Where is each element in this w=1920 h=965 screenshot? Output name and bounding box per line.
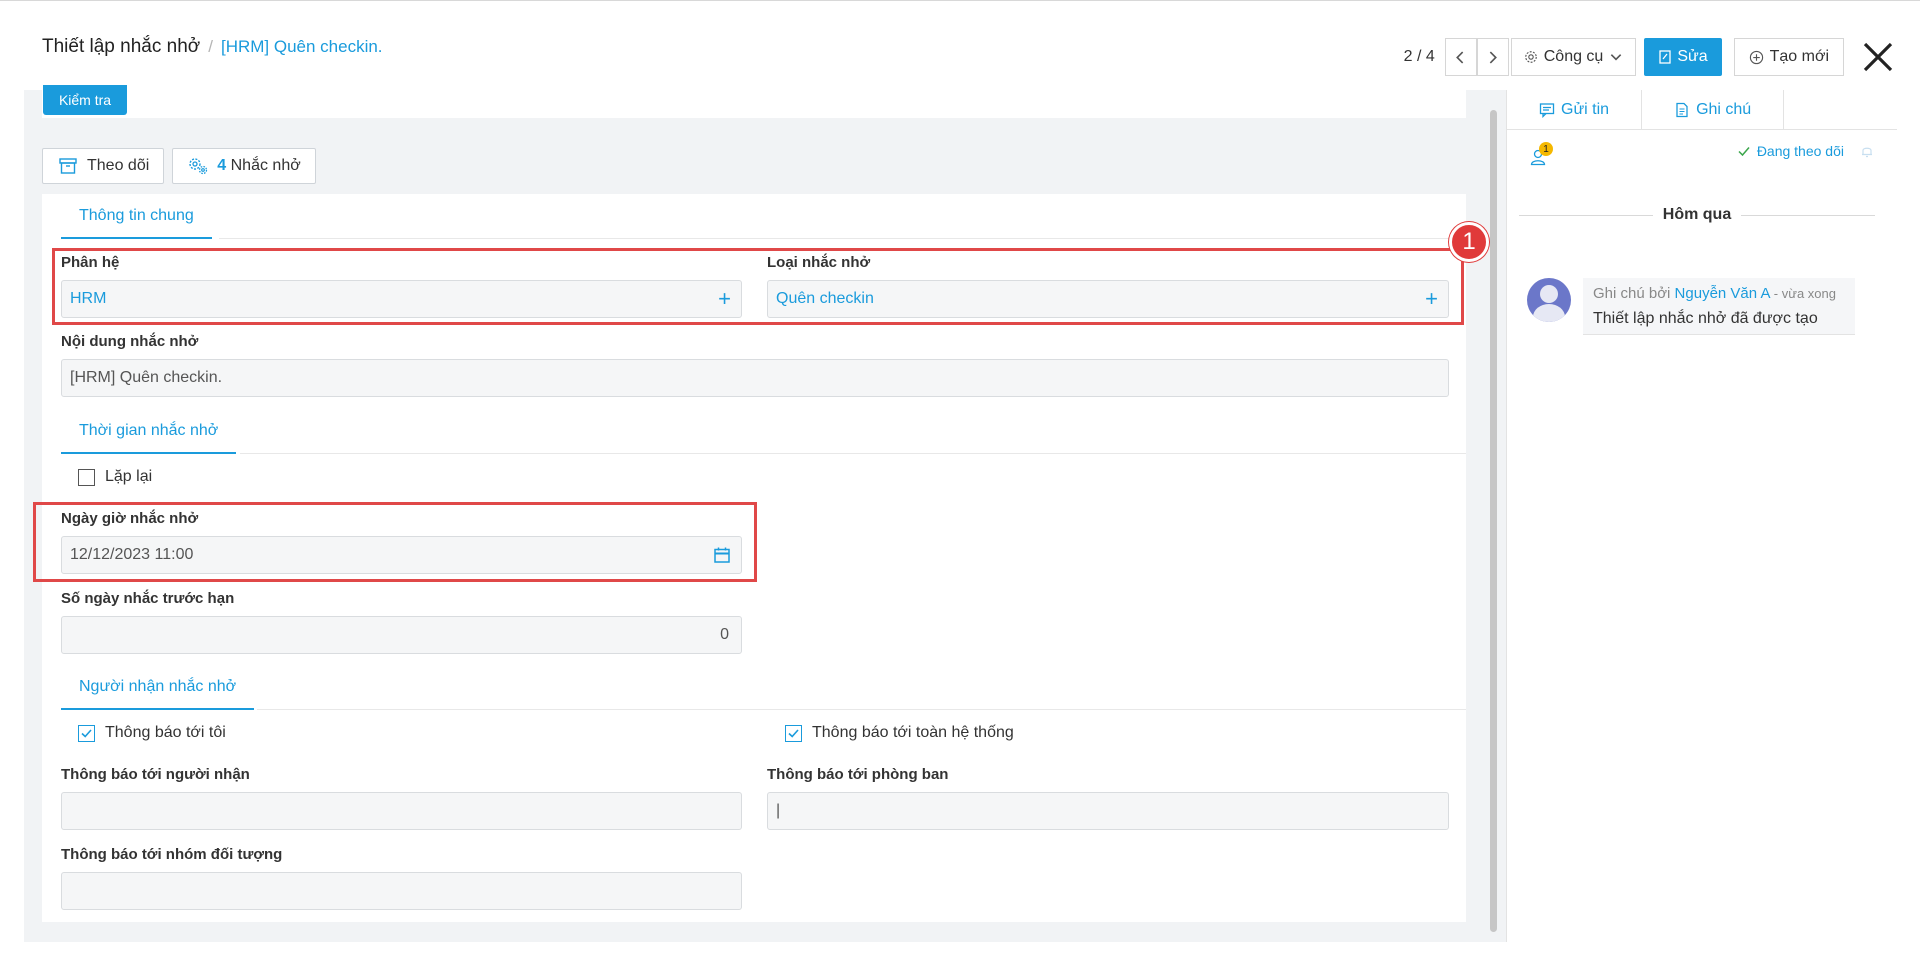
notify-me-checkbox[interactable]	[78, 724, 95, 742]
bell-icon[interactable]	[1860, 144, 1874, 158]
edit-document-icon	[1659, 50, 1671, 64]
days-before-value: 0	[720, 626, 729, 643]
step-badge: 1	[1449, 222, 1489, 262]
highlight-box-1	[52, 248, 1464, 325]
breadcrumb-current: [HRM] Quên checkin.	[220, 37, 383, 56]
status-bar	[42, 90, 1466, 118]
gear-icon	[1524, 51, 1537, 63]
chevron-down-icon	[1611, 54, 1622, 61]
notify-me-row[interactable]: Thông báo tới tôi	[78, 724, 226, 742]
close-button[interactable]	[1858, 37, 1898, 77]
breadcrumb-parent[interactable]: Thiết lập nhắc nhở	[42, 36, 200, 58]
reminders-button[interactable]: 4 Nhắc nhở	[172, 148, 316, 184]
record-pager: 2 / 4	[1403, 48, 1435, 65]
create-new-label: Tạo mới	[1769, 48, 1829, 65]
next-record-button[interactable]	[1476, 38, 1509, 76]
avatar-head	[1540, 285, 1558, 303]
following-status[interactable]: Đang theo dõi	[1737, 143, 1874, 159]
tab-reminder-time[interactable]: Thời gian nhắc nhở	[61, 422, 237, 454]
avatar-body	[1533, 304, 1565, 322]
message-time: - vừa xong	[1773, 286, 1836, 301]
chatter-panel: Gửi tin Ghi chú 1 Đang theo dõi Hôm qua …	[1506, 90, 1897, 942]
follower-count-badge: 1	[1539, 142, 1553, 156]
content-field[interactable]: [HRM] Quên checkin.	[61, 359, 1449, 397]
repeat-checkbox-row[interactable]: Lặp lại	[78, 468, 152, 486]
notify-me-label: Thông báo tới tôi	[105, 724, 226, 741]
chevron-right-icon	[1489, 51, 1498, 63]
send-message-tab[interactable]: Gửi tin	[1507, 90, 1643, 130]
breadcrumb-separator: /	[208, 37, 213, 56]
tools-label: Công cụ	[1543, 48, 1604, 65]
notify-all-row[interactable]: Thông báo tới toàn hệ thống	[785, 724, 1014, 742]
note-icon	[1676, 102, 1688, 118]
follow-button[interactable]: Theo dõi	[42, 148, 165, 184]
content-value: [HRM] Quên checkin.	[70, 369, 223, 386]
days-before-field[interactable]: 0	[61, 616, 742, 654]
to-groups-field[interactable]	[61, 872, 742, 910]
tab-divider	[219, 238, 1466, 239]
breadcrumb: Thiết lập nhắc nhở / [HRM] Quên checkin.	[42, 36, 383, 58]
log-note-tab[interactable]: Ghi chú	[1642, 90, 1785, 130]
plus-circle-icon	[1749, 50, 1763, 64]
message-body: Thiết lập nhắc nhở đã được tạo	[1593, 310, 1818, 327]
gears-icon	[189, 158, 208, 175]
following-label: Đang theo dõi	[1756, 143, 1844, 159]
chatter-message: Ghi chú bởi Nguyễn Văn A - vừa xong Thiế…	[1527, 278, 1855, 335]
separator-line	[1519, 214, 1653, 216]
vertical-scrollbar[interactable]	[1490, 110, 1497, 932]
toolbar: 2 / 4 Công cụ Sửa Tạo mới	[1404, 38, 1898, 76]
reminder-label: Nhắc nhở	[230, 157, 301, 174]
separator-line	[1741, 214, 1876, 216]
top-border	[0, 0, 1920, 1]
message-icon	[1539, 103, 1555, 118]
checkmark-icon	[788, 728, 799, 738]
to-departments-label: Thông báo tới phòng ban	[767, 766, 949, 783]
edit-button[interactable]: Sửa	[1644, 38, 1722, 76]
message-author[interactable]: Nguyễn Văn A	[1675, 285, 1770, 302]
tab-divider	[240, 453, 1466, 454]
date-separator: Hôm qua	[1519, 206, 1876, 224]
content-label: Nội dung nhắc nhở	[61, 333, 199, 350]
edit-label: Sửa	[1677, 48, 1708, 65]
avatar[interactable]	[1527, 278, 1571, 322]
create-new-button[interactable]: Tạo mới	[1733, 38, 1844, 76]
to-users-label: Thông báo tới người nhận	[61, 766, 250, 783]
close-icon	[1863, 42, 1893, 72]
notify-all-label: Thông báo tới toàn hệ thống	[812, 724, 1014, 741]
to-departments-field[interactable]: |	[767, 792, 1449, 830]
to-users-field[interactable]	[61, 792, 742, 830]
checkmark-icon	[81, 728, 92, 738]
chatter-tabs: Gửi tin Ghi chú	[1507, 90, 1897, 130]
tab-general-info[interactable]: Thông tin chung	[61, 207, 212, 239]
tools-dropdown-button[interactable]: Công cụ	[1510, 38, 1637, 76]
repeat-label: Lặp lại	[105, 468, 153, 485]
to-departments-value: |	[776, 802, 781, 819]
days-before-label: Số ngày nhắc trước hạn	[61, 590, 235, 607]
message-header: Ghi chú bởi Nguyễn Văn A - vừa xong	[1593, 282, 1845, 306]
check-icon	[1738, 147, 1750, 157]
followers-button[interactable]: 1	[1529, 142, 1559, 166]
tab-divider	[257, 709, 1466, 710]
notify-all-checkbox[interactable]	[785, 724, 802, 742]
previous-record-button[interactable]	[1444, 38, 1477, 76]
tab-recipients[interactable]: Người nhận nhắc nhở	[61, 678, 255, 710]
to-groups-label: Thông báo tới nhóm đối tượng	[61, 846, 283, 863]
repeat-checkbox[interactable]	[78, 468, 95, 486]
smart-buttons: Theo dõi 4 Nhắc nhở	[42, 148, 316, 184]
log-note-label: Ghi chú	[1696, 101, 1752, 118]
reminder-count: 4	[217, 157, 227, 174]
message-bubble: Ghi chú bởi Nguyễn Văn A - vừa xong Thiế…	[1583, 278, 1855, 335]
message-prefix: Ghi chú bởi	[1593, 285, 1671, 302]
highlight-box-2	[33, 502, 757, 582]
send-message-label: Gửi tin	[1561, 101, 1610, 118]
chevron-left-icon	[1456, 51, 1464, 63]
archive-icon	[59, 158, 77, 174]
follow-label: Theo dõi	[87, 157, 150, 174]
date-separator-label: Hôm qua	[1662, 206, 1732, 223]
check-button[interactable]: Kiểm tra	[43, 85, 127, 115]
